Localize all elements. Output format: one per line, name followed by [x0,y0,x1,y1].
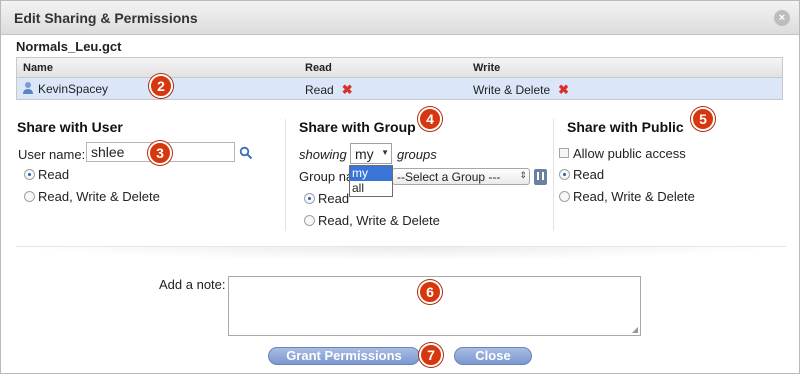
badge-3: 3 [148,141,172,165]
row-read-value: Read [305,83,334,97]
user-read-write-delete-radio[interactable] [24,191,35,202]
table-header: Name Read Write [17,58,782,78]
public-read-write-delete-radio[interactable] [559,191,570,202]
share-with-group-title: Share with Group [299,119,416,135]
public-read-label: Read [573,167,605,182]
column-header-name: Name [23,62,53,74]
chevron-down-icon: ▼ [381,148,389,157]
remove-write-icon[interactable]: ✖ [558,82,569,97]
badge-6: 6 [418,280,442,304]
file-name: Normals_Leu.gct [16,39,122,54]
badge-7: 7 [419,343,443,367]
remove-read-icon[interactable]: ✖ [342,82,353,97]
user-icon [23,82,33,94]
dialog-titlebar: Edit Sharing & Permissions × [1,1,799,35]
public-read-radio[interactable] [559,169,570,180]
allow-public-checkbox[interactable] [559,148,569,158]
showing-label: showing [299,147,347,162]
updown-arrow-icon: ⇕ [519,170,527,180]
separator [285,119,286,231]
row-write-value: Write & Delete [473,83,551,97]
badge-5: 5 [691,107,715,131]
add-note-label: Add a note: [159,277,226,292]
search-icon[interactable] [239,146,253,160]
row-user-name: KevinSpacey [38,82,109,96]
group-select-value: --Select a Group --- [397,170,501,184]
close-icon[interactable]: × [774,10,790,26]
row-write-cell: Write & Delete ✖ [473,82,569,98]
row-read-cell: Read ✖ [305,82,353,98]
showing-select[interactable]: my ▼ [350,143,392,164]
group-read-write-delete-radio[interactable] [304,215,315,226]
permissions-table: Name Read Write KevinSpacey Read ✖ Write … [16,57,783,100]
table-row[interactable]: KevinSpacey Read ✖ Write & Delete ✖ [17,78,782,99]
user-read-label: Read [38,167,70,182]
resize-grip-icon[interactable]: ◢ [632,325,638,334]
column-header-read: Read [305,62,332,74]
share-with-user-title: Share with User [17,119,123,135]
dialog-title: Edit Sharing & Permissions [14,10,198,26]
group-read-write-delete-label: Read, Write & Delete [318,213,440,228]
dropdown-option-my[interactable]: my [350,166,392,181]
badge-2: 2 [149,74,173,98]
group-select[interactable]: --Select a Group --- ⇕ [392,168,530,185]
group-read-radio[interactable] [304,193,315,204]
group-name-label: Group na [299,169,354,184]
separator [553,119,554,231]
badge-4: 4 [418,107,442,131]
user-read-write-delete-label: Read, Write & Delete [38,189,160,204]
showing-dropdown-list: my all [349,165,393,197]
close-button[interactable]: Close [454,347,532,365]
divider [16,246,786,260]
allow-public-label: Allow public access [573,146,686,161]
share-with-public-title: Share with Public [567,119,684,135]
groups-label: groups [397,147,437,162]
filter-icon[interactable] [534,169,547,185]
edit-sharing-dialog: Edit Sharing & Permissions × Normals_Leu… [0,0,800,374]
showing-select-value: my [355,146,374,162]
grant-permissions-button[interactable]: Grant Permissions [268,347,420,365]
public-read-write-delete-label: Read, Write & Delete [573,189,695,204]
dropdown-option-all[interactable]: all [350,181,392,196]
column-header-write: Write [473,62,501,74]
user-name-label: User name: [18,147,86,162]
group-read-label: Read [318,191,350,206]
user-read-radio[interactable] [24,169,35,180]
